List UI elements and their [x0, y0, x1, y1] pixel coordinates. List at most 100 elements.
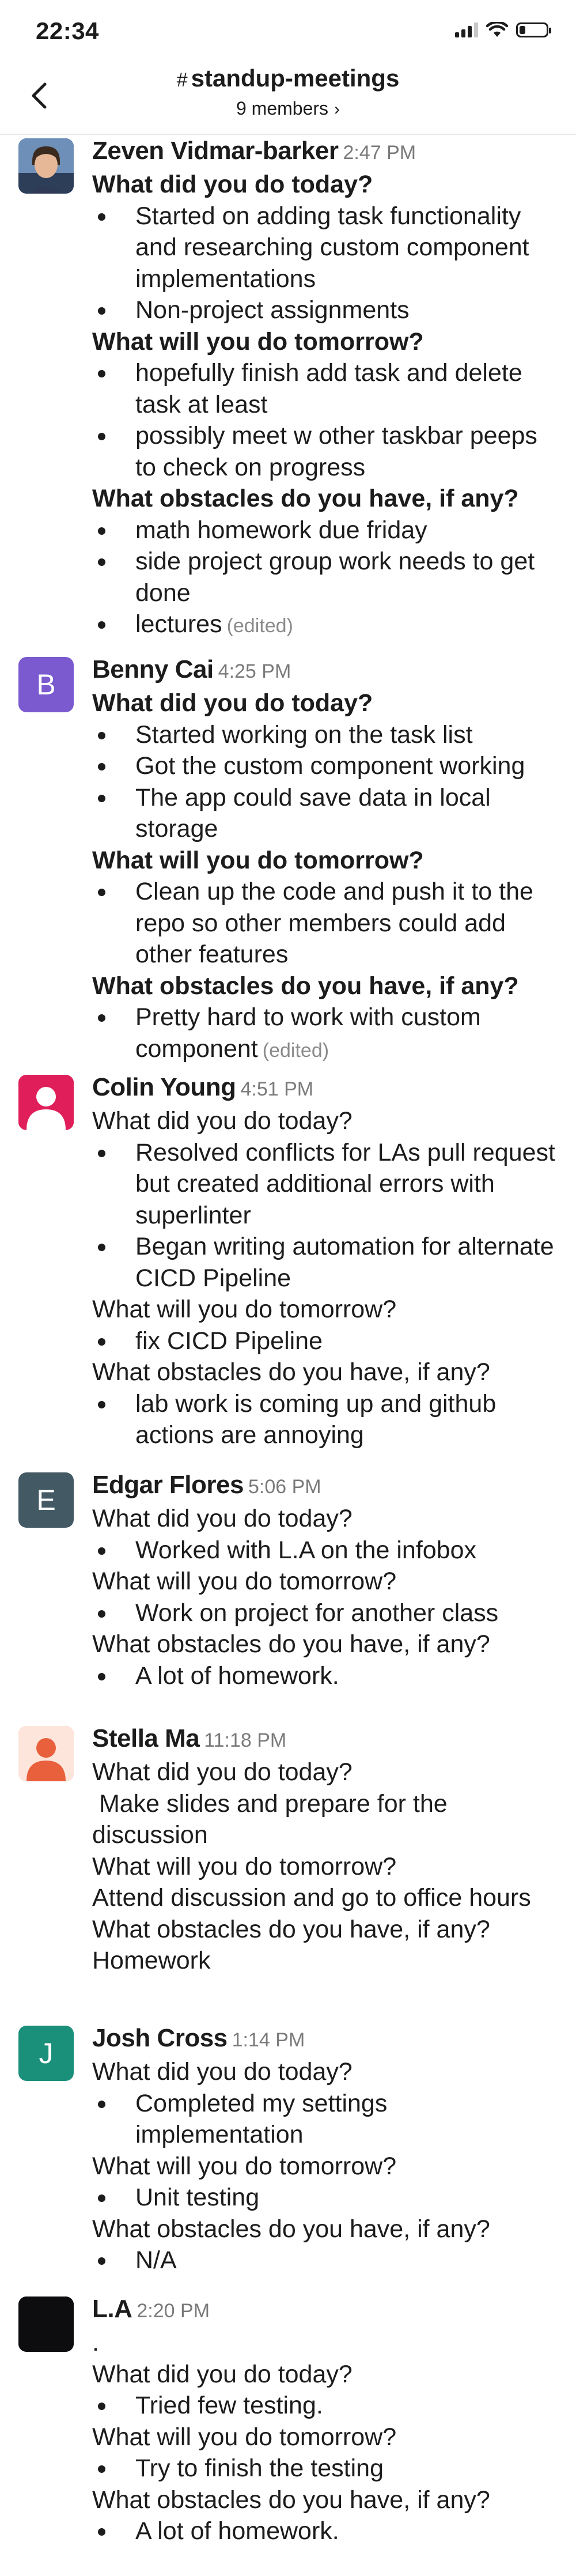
message-timestamp[interactable]: 11:18 PM [204, 1729, 286, 1751]
message-timestamp[interactable]: 4:25 PM [218, 660, 291, 682]
message-header: Colin Young 4:51 PM [92, 1071, 559, 1105]
bullet-list: Unit testing [92, 2182, 559, 2214]
bullet-item: Unit testing [92, 2182, 559, 2214]
bullet-item: Resolved conflicts for LAs pull request … [92, 1137, 559, 1232]
channel-name: standup-meetings [191, 65, 400, 92]
message[interactable]: Zeven Vidmar-barker 2:47 PM What did you d… [0, 135, 576, 642]
bullet-list: Resolved conflicts for LAs pull request … [92, 1137, 559, 1294]
message-header: Benny Cai 4:25 PM [92, 654, 559, 688]
message-header: Stella Ma 11:18 PM [92, 1723, 559, 1757]
bullet-list: Completed my settings implementation [92, 2088, 559, 2151]
message-text: Homework [92, 1947, 211, 1974]
bullet-text: Resolved conflicts for LAs pull request … [135, 1138, 555, 1229]
bullet-text: Started working on the task list [135, 720, 473, 749]
message-timestamp[interactable]: 1:14 PM [232, 2029, 305, 2051]
message-timestamp[interactable]: 5:06 PM [248, 1476, 321, 1498]
bullet-list: Tried few testing. [92, 2390, 559, 2422]
bullet-item: A lot of homework. [92, 2515, 559, 2547]
bullet-text: possibly meet w other taskbar peeps to c… [135, 422, 537, 481]
bullet-item: Pretty hard to work with custom componen… [92, 1002, 559, 1066]
question-heading: What did you do today? [92, 171, 373, 198]
bullet-text: Unit testing [135, 2184, 260, 2211]
bullet-item: Got the custom component working [92, 750, 559, 782]
message-header: L.A 2:20 PM [92, 2293, 559, 2327]
author-name[interactable]: Josh Cross [92, 2024, 228, 2052]
bullet-list: Worked with L.A on the infobox [92, 1535, 559, 1566]
author-name[interactable]: Colin Young [92, 1073, 236, 1101]
message[interactable]: Colin Young 4:51 PM What did you do today?… [0, 1071, 576, 1451]
message[interactable]: E Edgar Flores 5:06 PM What did you do toda… [0, 1469, 576, 1691]
avatar[interactable]: B [18, 657, 74, 712]
avatar-initial: E [36, 1484, 56, 1516]
bullet-item: side project group work needs to get don… [92, 546, 559, 609]
cellular-signal-icon [455, 22, 478, 37]
author-name[interactable]: Zeven Vidmar-barker [92, 137, 339, 165]
channel-title[interactable]: # standup-meetings [0, 65, 576, 92]
bullet-list: Started on adding task functionality and… [92, 201, 559, 326]
bullet-list: fix CICD Pipeline [92, 1325, 559, 1357]
avatar[interactable] [18, 1726, 74, 1781]
bullet-list: Work on project for another class [92, 1597, 559, 1629]
bullet-list: Pretty hard to work with custom componen… [92, 1002, 559, 1066]
status-time: 22:34 [36, 17, 99, 44]
message-text: What did you do today? [92, 1505, 353, 1532]
bullet-text: lectures [135, 610, 222, 638]
bullet-item: Tried few testing. [92, 2390, 559, 2422]
message-text: What did you do today? [92, 1107, 353, 1135]
message-timestamp[interactable]: 4:51 PM [241, 1078, 314, 1100]
bullet-list: A lot of homework. [92, 1660, 559, 1692]
bullet-item: lectures (edited) [92, 609, 559, 642]
avatar[interactable] [18, 1075, 74, 1130]
channel-hash-icon: # [176, 69, 188, 91]
message-text: What did you do today? [92, 1758, 353, 1786]
bullet-list: Try to finish the testing [92, 2453, 559, 2484]
message-text: Make slides and prepare for the discussi… [92, 1789, 454, 1849]
bullet-text: Tried few testing. [135, 2392, 323, 2419]
bullet-item: Completed my settings implementation [92, 2088, 559, 2151]
avatar[interactable]: J [18, 2026, 74, 2081]
bullet-text: Began writing automation for alternate C… [135, 1233, 554, 1292]
message-text: What will you do tomorrow? [92, 2423, 397, 2451]
bullet-text: Work on project for another class [135, 1599, 499, 1627]
message-text: What obstacles do you have, if any? [92, 2215, 490, 2243]
avatar[interactable] [18, 2297, 74, 2352]
avatar[interactable] [18, 138, 74, 194]
bullet-list: math homework due friday side project gro… [92, 515, 559, 642]
bullet-item: Worked with L.A on the infobox [92, 1535, 559, 1566]
author-name[interactable]: Stella Ma [92, 1724, 200, 1752]
question-heading: What obstacles do you have, if any? [92, 972, 519, 1000]
message-header: Edgar Flores 5:06 PM [92, 1469, 559, 1503]
edited-label: (edited) [226, 615, 293, 637]
bullet-text: lab work is coming up and github actions… [135, 1389, 497, 1449]
status-bar: 22:34 [0, 0, 576, 58]
bullet-text: hopefully finish add task and delete tas… [135, 359, 522, 418]
default-avatar-icon [18, 1726, 74, 1781]
message-text: What obstacles do you have, if any? [92, 1915, 490, 1943]
member-count-link[interactable]: 9 members › [0, 98, 576, 119]
default-avatar-icon [18, 2297, 74, 2352]
message[interactable]: L.A 2:20 PM. What did you do today? Tried f… [0, 2293, 576, 2547]
message-timestamp[interactable]: 2:20 PM [137, 2300, 210, 2322]
message-text: What did you do today? [92, 2360, 353, 2388]
status-icons [455, 22, 551, 38]
author-name[interactable]: Edgar Flores [92, 1471, 244, 1499]
message-text: What will you do tomorrow? [92, 1567, 397, 1595]
bullet-text: N/A [135, 2246, 177, 2274]
bullet-item: Started working on the task list [92, 719, 559, 751]
message-timestamp[interactable]: 2:47 PM [343, 142, 416, 164]
message-text: What obstacles do you have, if any? [92, 1630, 490, 1658]
message[interactable]: B Benny Cai 4:25 PM What did you do today? S… [0, 654, 576, 1066]
bullet-item: math homework due friday [92, 515, 559, 546]
message-text: What will you do tomorrow? [92, 2152, 397, 2180]
message[interactable]: J Josh Cross 1:14 PM What did you do today?… [0, 2022, 576, 2276]
author-name[interactable]: Benny Cai [92, 655, 214, 683]
bullet-text: math homework due friday [135, 516, 427, 544]
bullet-item: hopefully finish add task and delete tas… [92, 357, 559, 420]
message[interactable]: Stella Ma 11:18 PM What did you do today? … [0, 1723, 576, 1977]
avatar[interactable]: E [18, 1472, 74, 1528]
author-name[interactable]: L.A [92, 2295, 132, 2323]
battery-icon [516, 22, 551, 37]
bullet-text: Clean up the code and push it to the rep… [135, 878, 533, 968]
bullet-text: Non-project assignments [135, 296, 410, 324]
message-text: Attend discussion and go to office hours [92, 1884, 531, 1912]
